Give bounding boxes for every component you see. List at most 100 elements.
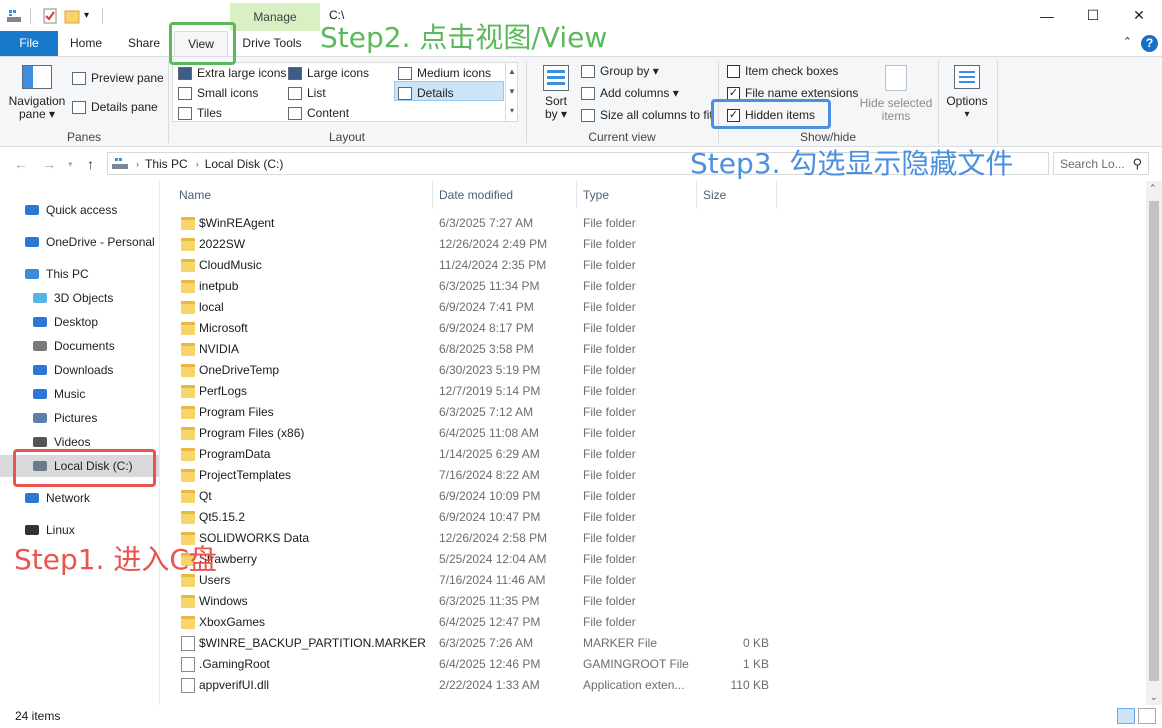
details-pane-button[interactable]: Details pane [72, 100, 158, 114]
quick-access-separator [102, 8, 103, 24]
column-header-date-modified[interactable]: Date modified [433, 181, 577, 209]
nav-item-onedrive-personal[interactable]: OneDrive - Personal [24, 231, 155, 253]
layout-details[interactable]: Details [398, 86, 454, 100]
size-all-columns-button[interactable]: Size all columns to fit [581, 108, 713, 122]
file-name: Program Files [199, 405, 274, 419]
add-columns-button[interactable]: Add columns ▾ [581, 86, 679, 100]
properties-icon[interactable] [42, 8, 58, 24]
breadcrumb-local-disk[interactable]: Local Disk (C:) [205, 157, 284, 171]
preview-pane-button[interactable]: Preview pane [72, 71, 164, 85]
tab-share[interactable]: Share [120, 31, 168, 56]
hide-selected-items-button[interactable]: Hide selected items [858, 65, 934, 123]
navigation-pane-button[interactable]: Navigation pane ▾ [6, 65, 68, 121]
gallery-more-icon[interactable]: ▾ [506, 102, 518, 120]
gallery-down-icon[interactable]: ▼ [506, 82, 518, 102]
file-row[interactable]: SOLIDWORKS Data 12/26/2024 2:58 PM File fo… [173, 528, 783, 549]
explorer-app-icon[interactable] [6, 8, 22, 24]
file-row[interactable]: Users 7/16/2024 11:46 AM File folder [173, 570, 783, 591]
file-row[interactable]: local 6/9/2024 7:41 PM File folder [173, 297, 783, 318]
nav-item-this-pc[interactable]: This PC [24, 263, 89, 285]
details-view-toggle-icon[interactable] [1117, 708, 1135, 724]
search-box[interactable]: Search Lo... ⚲ [1053, 152, 1149, 175]
nav-item-pictures[interactable]: Pictures [32, 407, 97, 429]
tab-file[interactable]: File [0, 31, 58, 56]
file-row[interactable]: Qt 6/9/2024 10:09 PM File folder [173, 486, 783, 507]
nav-item-linux[interactable]: Linux [24, 519, 75, 541]
file-row[interactable]: inetpub 6/3/2025 11:34 PM File folder [173, 276, 783, 297]
file-name-extensions-checkbox[interactable]: ✓ File name extensions [727, 86, 858, 100]
back-arrow-icon[interactable]: ← [14, 156, 28, 172]
file-row[interactable]: Strawberry 5/25/2024 12:04 AM File folder [173, 549, 783, 570]
help-button[interactable]: ? [1141, 35, 1158, 52]
close-button[interactable]: ✕ [1116, 0, 1162, 31]
document-icon [32, 339, 48, 353]
file-row[interactable]: ProjectTemplates 7/16/2024 8:22 AM File fo… [173, 465, 783, 486]
vertical-scrollbar[interactable]: ⌃ ⌄ [1146, 181, 1162, 705]
file-row[interactable]: .GamingRoot 6/4/2025 12:46 PM GAMINGROOT F… [173, 654, 783, 675]
layout-large-icons[interactable]: Large icons [288, 66, 369, 80]
column-header-name[interactable]: Name [173, 181, 433, 209]
maximize-button[interactable]: ☐ [1070, 0, 1116, 31]
scrollbar-thumb[interactable] [1149, 201, 1159, 681]
item-check-boxes-checkbox[interactable]: Item check boxes [727, 64, 838, 78]
tab-drive-tools[interactable]: Drive Tools [236, 31, 308, 56]
nav-item-quick-access[interactable]: Quick access [24, 199, 117, 221]
column-header-type[interactable]: Type [577, 181, 697, 209]
layout-content[interactable]: Content [288, 106, 349, 120]
file-row[interactable]: OneDriveTemp 6/30/2023 5:19 PM File folder [173, 360, 783, 381]
nav-item-label: OneDrive - Personal [46, 235, 155, 249]
nav-item-downloads[interactable]: Downloads [32, 359, 113, 381]
file-row[interactable]: ProgramData 1/14/2025 6:29 AM File folder [173, 444, 783, 465]
gallery-up-icon[interactable]: ▲ [506, 62, 518, 82]
file-row[interactable]: Microsoft 6/9/2024 8:17 PM File folder [173, 318, 783, 339]
nav-item-documents[interactable]: Documents [32, 335, 115, 357]
file-row[interactable]: Windows 6/3/2025 11:35 PM File folder [173, 591, 783, 612]
layout-small-icons[interactable]: Small icons [178, 86, 258, 100]
large-icons-view-toggle-icon[interactable] [1138, 708, 1156, 724]
nav-item-3d-objects[interactable]: 3D Objects [32, 287, 113, 309]
group-by-button[interactable]: Group by ▾ [581, 64, 659, 78]
minimize-button[interactable]: — [1024, 0, 1070, 31]
file-row[interactable]: Program Files (x86) 6/4/2025 11:08 AM File… [173, 423, 783, 444]
up-arrow-icon[interactable]: ↑ [87, 156, 94, 172]
new-folder-icon[interactable] [64, 8, 80, 24]
file-row[interactable]: $WinREAgent 6/3/2025 7:27 AM File folder [173, 213, 783, 234]
recent-locations-chevron-icon[interactable]: ▾ [68, 159, 73, 170]
file-row[interactable]: NVIDIA 6/8/2025 3:58 PM File folder [173, 339, 783, 360]
tab-manage[interactable]: Manage [230, 3, 320, 31]
scroll-down-icon[interactable]: ⌄ [1150, 692, 1158, 703]
file-row[interactable]: 2022SW 12/26/2024 2:49 PM File folder [173, 234, 783, 255]
file-row[interactable]: Qt5.15.2 6/9/2024 10:47 PM File folder [173, 507, 783, 528]
layout-gallery-scroll[interactable]: ▲ ▼ ▾ [505, 62, 518, 122]
nav-item-desktop[interactable]: Desktop [32, 311, 98, 333]
file-row[interactable]: XboxGames 6/4/2025 12:47 PM File folder [173, 612, 783, 633]
customize-toolbar-chevron-icon[interactable]: ▾ [84, 8, 100, 24]
tiles-icon [178, 106, 192, 120]
file-row[interactable]: $WINRE_BACKUP_PARTITION.MARKER 6/3/2025 7… [173, 633, 783, 654]
nav-item-network[interactable]: Network [24, 487, 90, 509]
layout-medium-icons[interactable]: Medium icons [398, 66, 491, 80]
column-header-size[interactable]: Size [697, 181, 777, 209]
breadcrumb-this-pc[interactable]: This PC [145, 157, 188, 171]
nav-item-music[interactable]: Music [32, 383, 85, 405]
file-name-extensions-box[interactable]: ✓ [727, 86, 740, 100]
file-row[interactable]: Program Files 6/3/2025 7:12 AM File folder [173, 402, 783, 423]
tab-home[interactable]: Home [62, 31, 110, 56]
layout-extra-large-icons[interactable]: Extra large icons [178, 66, 286, 80]
sort-by-button[interactable]: Sort by ▾ [538, 65, 574, 121]
folder-icon [181, 595, 195, 608]
file-row[interactable]: CloudMusic 11/24/2024 2:35 PM File folder [173, 255, 783, 276]
search-input[interactable]: Search Lo... [1060, 157, 1132, 171]
breadcrumb-chevron-icon[interactable]: › [196, 159, 199, 169]
file-row[interactable]: PerfLogs 12/7/2019 5:14 PM File folder [173, 381, 783, 402]
item-check-boxes-box[interactable] [727, 64, 740, 78]
scroll-up-icon[interactable]: ⌃ [1149, 183, 1157, 194]
file-date-modified: 6/4/2025 12:47 PM [439, 615, 541, 629]
options-button[interactable]: Options ▾ [942, 65, 992, 121]
collapse-ribbon-icon[interactable]: ⌃ [1123, 35, 1132, 48]
file-row[interactable]: appverifUI.dll 2/22/2024 1:33 AM Applicati… [173, 675, 783, 696]
layout-tiles[interactable]: Tiles [178, 106, 222, 120]
layout-list[interactable]: List [288, 86, 326, 100]
forward-arrow-icon[interactable]: → [42, 156, 56, 172]
breadcrumb-chevron-icon[interactable]: › [136, 159, 139, 169]
